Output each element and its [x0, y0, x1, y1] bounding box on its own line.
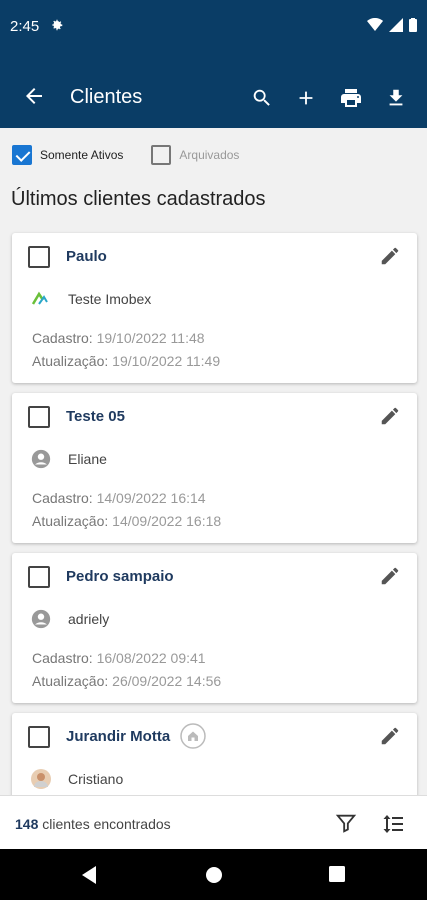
updated-row: Atualização: 14/09/2022 16:18	[32, 513, 222, 529]
client-name[interactable]: Paulo	[66, 248, 107, 265]
search-icon[interactable]	[251, 87, 273, 114]
add-icon[interactable]	[295, 87, 317, 114]
client-card[interactable]: Paulo Teste Imobex Cadastro: 19/10/2022 …	[12, 233, 417, 383]
status-time: 2:45	[10, 18, 40, 35]
client-name[interactable]: Pedro sampaio	[66, 568, 174, 585]
edit-pencil-icon[interactable]	[379, 565, 401, 592]
active-only-label: Somente Ativos	[40, 148, 124, 162]
created-row: Cadastro: 16/08/2022 09:41	[32, 650, 206, 666]
home-badge-icon	[180, 723, 206, 754]
results-count: 148 clientes encontrados	[15, 816, 171, 832]
download-icon[interactable]	[385, 87, 407, 114]
select-checkbox[interactable]	[28, 246, 50, 268]
client-name[interactable]: Jurandir Motta	[66, 728, 170, 745]
imobex-logo-icon	[30, 288, 50, 313]
user-avatar-icon	[30, 608, 52, 635]
app-bar: Clientes	[0, 56, 427, 128]
select-checkbox[interactable]	[28, 566, 50, 588]
filter-row: Somente Ativos Arquivados	[12, 145, 239, 165]
select-checkbox[interactable]	[28, 406, 50, 428]
created-row: Cadastro: 14/09/2022 16:14	[32, 490, 206, 506]
system-icons	[367, 18, 417, 32]
client-name[interactable]: Teste 05	[66, 408, 125, 425]
edit-pencil-icon[interactable]	[379, 405, 401, 432]
client-card[interactable]: Pedro sampaio adriely Cadastro: 16/08/20…	[12, 553, 417, 703]
client-owner: Eliane	[68, 451, 107, 467]
signal-icon	[389, 18, 403, 32]
settings-icon	[50, 18, 64, 37]
wifi-icon	[367, 18, 383, 31]
archived-checkbox[interactable]	[151, 145, 172, 165]
client-card[interactable]: Teste 05 Eliane Cadastro: 14/09/2022 16:…	[12, 393, 417, 543]
updated-row: Atualização: 26/09/2022 14:56	[32, 673, 222, 689]
created-row: Cadastro: 19/10/2022 11:48	[32, 330, 205, 346]
archived-label: Arquivados	[179, 148, 240, 162]
edit-pencil-icon[interactable]	[379, 245, 401, 272]
print-icon[interactable]	[339, 86, 363, 115]
results-footer: 148 clientes encontrados	[0, 795, 427, 849]
sort-icon[interactable]	[381, 812, 405, 841]
client-owner: Teste Imobex	[68, 291, 152, 307]
active-only-checkbox[interactable]	[12, 145, 32, 165]
filter-icon[interactable]	[335, 812, 357, 841]
section-heading: Últimos clientes cadastrados	[11, 188, 266, 210]
status-bar: 2:45	[0, 0, 427, 56]
back-arrow-icon[interactable]	[22, 84, 46, 113]
select-checkbox[interactable]	[28, 726, 50, 748]
page-title: Clientes	[70, 86, 143, 108]
system-nav-bar	[0, 849, 427, 900]
client-owner: adriely	[68, 611, 110, 627]
nav-back-icon[interactable]	[80, 865, 98, 890]
nav-home-icon[interactable]	[204, 865, 224, 890]
updated-row: Atualização: 19/10/2022 11:49	[32, 353, 221, 369]
edit-pencil-icon[interactable]	[379, 725, 401, 752]
user-avatar-icon	[30, 448, 52, 475]
user-photo-avatar	[30, 768, 52, 795]
nav-recents-icon[interactable]	[328, 865, 346, 888]
client-owner: Cristiano	[68, 771, 124, 787]
battery-icon	[409, 18, 417, 32]
